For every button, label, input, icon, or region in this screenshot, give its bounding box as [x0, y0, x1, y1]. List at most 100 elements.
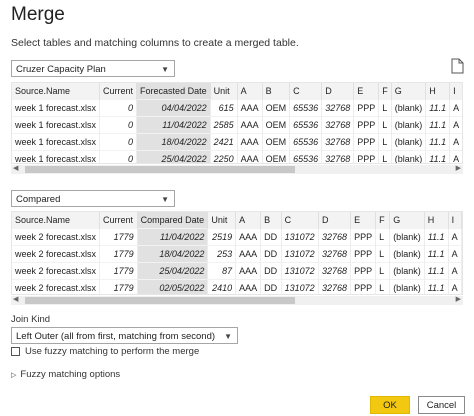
table-cell: 65536 — [289, 99, 323, 117]
table-cell: week 2 forecast.xlsx — [12, 279, 101, 294]
column-header[interactable]: I — [448, 212, 462, 229]
fuzzy-matching-label: Use fuzzy matching to perform the merge — [25, 346, 200, 357]
first-table-preview[interactable]: Source.Name Current Forecasted Date Unit… — [11, 82, 463, 164]
column-header[interactable]: H — [425, 83, 451, 100]
scroll-left-icon[interactable]: ◀ — [13, 295, 18, 303]
table-cell: 0 — [99, 99, 138, 117]
column-header[interactable]: D — [321, 83, 355, 100]
second-table-grid: Source.Name Current Compared Date Unit A… — [12, 212, 462, 294]
table-header-row: Source.Name Current Compared Date Unit A… — [12, 212, 462, 229]
table-cell: 11/04/2022 — [137, 228, 209, 246]
table-cell: 02/05/2022 — [137, 279, 209, 294]
table-row: week 2 forecast.xlsx 1779 18/04/2022 253… — [12, 245, 462, 263]
column-header[interactable]: A — [237, 83, 263, 100]
join-kind-label: Join Kind — [11, 314, 51, 325]
table-cell: PPP — [353, 116, 380, 134]
file-icon[interactable] — [451, 58, 464, 74]
second-table-preview[interactable]: Source.Name Current Compared Date Unit A… — [11, 211, 463, 295]
table-cell: 32768 — [321, 99, 355, 117]
table-cell: 04/04/2022 — [136, 99, 211, 117]
dialog-subtitle: Select tables and matching columns to cr… — [11, 37, 299, 49]
table-cell: AAA — [235, 228, 262, 246]
column-header[interactable]: Current — [99, 212, 138, 229]
table-cell: 18/04/2022 — [136, 133, 211, 151]
fuzzy-matching-checkbox[interactable] — [11, 347, 20, 356]
fuzzy-options-label: Fuzzy matching options — [20, 369, 121, 380]
second-table-scrollbar[interactable]: ◀ ▶ — [11, 296, 463, 305]
fuzzy-options-expander[interactable]: ▷ Fuzzy matching options — [11, 369, 120, 380]
table-cell: 32768 — [321, 150, 355, 163]
column-header[interactable]: Unit — [210, 83, 238, 100]
table-cell: (blank) — [391, 133, 427, 151]
scrollbar-thumb[interactable] — [25, 166, 295, 173]
table-cell: 87 — [207, 262, 237, 280]
table-cell: 32768 — [321, 133, 355, 151]
column-header-selected[interactable]: Forecasted Date — [136, 83, 211, 100]
scroll-left-icon[interactable]: ◀ — [13, 164, 18, 172]
scrollbar-thumb[interactable] — [25, 297, 295, 304]
table-cell: 11/04/2022 — [136, 116, 211, 134]
second-table-dropdown[interactable]: Compared ▼ — [11, 190, 175, 207]
table-cell: DD — [260, 279, 282, 294]
table-cell: L — [378, 99, 392, 117]
column-header[interactable]: F — [378, 83, 392, 100]
column-header[interactable]: G — [389, 212, 425, 229]
table-cell: PPP — [350, 245, 377, 263]
column-header[interactable]: A — [235, 212, 262, 229]
table-cell: 615 — [210, 99, 238, 117]
table-cell: 11.1 — [424, 228, 449, 246]
column-header[interactable]: G — [391, 83, 427, 100]
table-cell: A — [448, 279, 462, 294]
table-cell: AAA — [235, 245, 262, 263]
table-cell: OEM — [262, 99, 291, 117]
column-header[interactable]: E — [350, 212, 377, 229]
chevron-right-icon: ▷ — [11, 371, 17, 379]
table-cell: AAA — [235, 279, 262, 294]
table-row: week 1 forecast.xlsx 0 18/04/2022 2421 A… — [12, 133, 462, 151]
table-cell: DD — [260, 262, 282, 280]
fuzzy-matching-option[interactable]: Use fuzzy matching to perform the merge — [11, 346, 199, 357]
column-header[interactable]: I — [449, 83, 462, 100]
scroll-right-icon[interactable]: ▶ — [456, 164, 461, 172]
column-header[interactable]: C — [281, 212, 320, 229]
column-header-selected[interactable]: Compared Date — [137, 212, 209, 229]
chevron-down-icon: ▼ — [161, 195, 169, 204]
scroll-right-icon[interactable]: ▶ — [456, 295, 461, 303]
column-header[interactable]: B — [260, 212, 282, 229]
table-cell: 11.1 — [424, 245, 449, 263]
table-cell: PPP — [353, 99, 380, 117]
table-cell: OEM — [262, 116, 291, 134]
table-cell: 2585 — [210, 116, 238, 134]
first-table-scrollbar[interactable]: ◀ ▶ — [11, 165, 463, 174]
column-header[interactable]: B — [262, 83, 291, 100]
table-cell: L — [375, 279, 391, 294]
first-table-grid: Source.Name Current Forecasted Date Unit… — [12, 83, 462, 163]
column-header[interactable]: H — [424, 212, 449, 229]
table-cell: A — [449, 116, 462, 134]
column-header[interactable]: Source.Name — [12, 212, 101, 229]
table-cell: A — [449, 133, 462, 151]
table-cell: OEM — [262, 150, 291, 163]
table-row: week 2 forecast.xlsx 1779 25/04/2022 87 … — [12, 262, 462, 280]
dialog-title: Merge — [11, 4, 65, 25]
column-header[interactable]: E — [353, 83, 380, 100]
column-header[interactable]: C — [289, 83, 323, 100]
column-header[interactable]: Unit — [207, 212, 237, 229]
table-cell: 0 — [99, 116, 138, 134]
table-cell: 131072 — [281, 245, 320, 263]
cancel-button[interactable]: Cancel — [418, 396, 465, 414]
ok-button[interactable]: OK — [370, 396, 410, 414]
column-header[interactable]: D — [318, 212, 352, 229]
table-cell: 65536 — [289, 116, 323, 134]
table-cell: 0 — [99, 150, 138, 163]
table-cell: (blank) — [389, 228, 425, 246]
column-header[interactable]: Source.Name — [12, 83, 101, 100]
column-header[interactable]: Current — [99, 83, 138, 100]
first-table-dropdown[interactable]: Cruzer Capacity Plan ▼ — [11, 60, 175, 77]
table-cell: L — [378, 133, 392, 151]
join-kind-dropdown[interactable]: Left Outer (all from first, matching fro… — [11, 327, 238, 344]
column-header[interactable]: F — [375, 212, 391, 229]
table-cell: week 1 forecast.xlsx — [12, 99, 101, 117]
table-cell: OEM — [262, 133, 291, 151]
table-cell: AAA — [237, 133, 263, 151]
